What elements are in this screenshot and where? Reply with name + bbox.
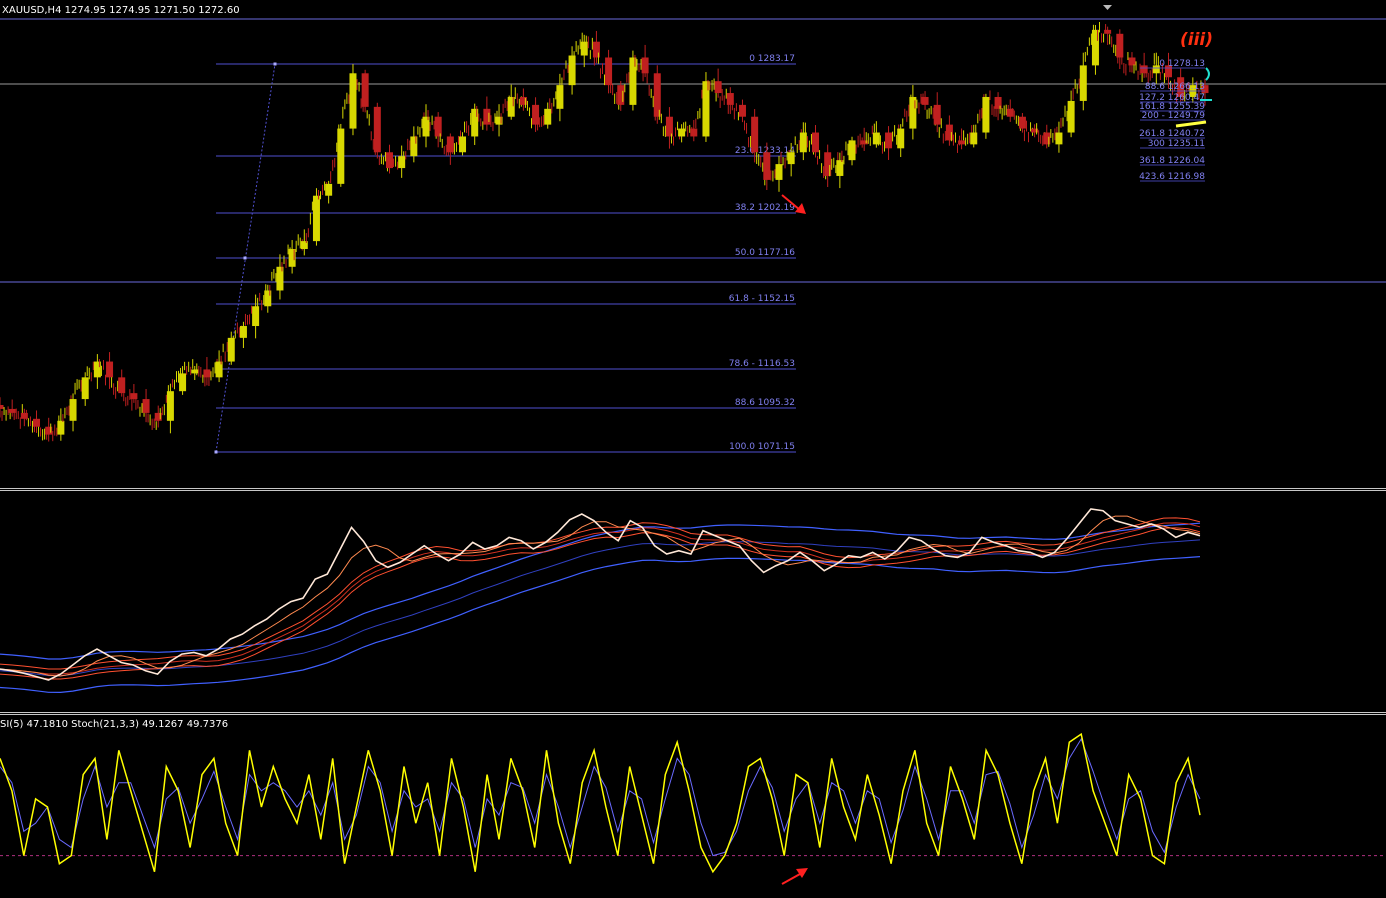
price-candle: [325, 183, 333, 196]
price-candles: [0, 21, 1209, 442]
price-candle: [459, 136, 467, 153]
wave-label: (iii): [1180, 30, 1213, 50]
price-candle: [312, 195, 320, 242]
yellow-marker: [1175, 120, 1207, 128]
fib-level-label: 100.0 1071.15: [729, 442, 795, 452]
price-candle: [799, 132, 807, 153]
arrow-annotation: [781, 873, 801, 885]
price-candle: [179, 373, 187, 392]
price-candle: [33, 418, 41, 427]
price-candle: [556, 85, 564, 109]
chart-shift-marker: [1103, 5, 1112, 10]
fib-level-label: 50.0 1177.16: [735, 248, 795, 258]
price-candle: [239, 326, 247, 338]
price-candle: [118, 377, 126, 394]
oscillator-panel: [0, 732, 1386, 885]
price-candle: [81, 377, 89, 400]
oscillator-header: SI(5) 47.1810 Stoch(21,3,3) 49.1267 49.7…: [0, 719, 229, 730]
fib-extension-label: 423.6 1216.98: [1139, 172, 1205, 182]
fib-extension-label: 200 - 1249.79: [1142, 111, 1206, 121]
cyan-marker: [1205, 67, 1210, 81]
price-candle: [751, 116, 759, 153]
price-candle: [361, 73, 369, 107]
price-candle: [1079, 65, 1087, 101]
price-candle: [1067, 100, 1075, 133]
fib-anchor-point: [214, 450, 218, 454]
price-candle: [373, 106, 381, 153]
price-candle: [203, 369, 211, 378]
price-candle: [775, 164, 783, 180]
panel-separator[interactable]: [0, 712, 1386, 713]
fib-extension-label: 0 1278.13: [1159, 59, 1205, 69]
price-candle: [714, 81, 722, 94]
panel-separator[interactable]: [0, 488, 1386, 489]
fib-extension-label: 261.8 1240.72: [1139, 129, 1205, 139]
price-candle: [605, 57, 613, 86]
panel-separator[interactable]: [0, 714, 1386, 715]
fib-extension-label: 361.8 1226.04: [1139, 156, 1205, 166]
lower-band: [0, 556, 1201, 694]
price-candle: [738, 104, 746, 117]
price-candle: [337, 128, 345, 184]
price-candle: [1104, 29, 1112, 34]
price-candle: [1055, 132, 1063, 145]
fib-extension-label: 88.6 1266.13: [1145, 82, 1205, 92]
price-candle: [1018, 116, 1026, 129]
price-candle: [665, 116, 673, 137]
price-candle: [142, 399, 150, 413]
price-candle: [897, 128, 905, 149]
price-candle: [130, 393, 138, 400]
price-candle: [1128, 57, 1136, 66]
price-candle: [690, 128, 698, 137]
price-candle: [106, 361, 114, 378]
fib-anchor-point: [273, 62, 277, 66]
moving-average: [0, 515, 1201, 677]
indicator-panel: [0, 508, 1201, 694]
price-candle: [812, 132, 820, 153]
chart-canvas[interactable]: 0 1283.1723.6 1233.1438.2 1202.1950.0 11…: [0, 0, 1386, 898]
price-candle: [166, 391, 174, 421]
fib-level-label: 61.8 - 1152.15: [729, 294, 795, 304]
price-candle: [921, 96, 929, 105]
arrow-annotation: [796, 868, 808, 878]
stochastic-main-line: [0, 732, 1201, 874]
envelope-line: [0, 517, 1201, 670]
fib-level-label: 88.6 1095.32: [735, 398, 795, 408]
price-candle: [933, 104, 941, 125]
fib-anchor-point: [243, 256, 247, 260]
price-candle: [958, 140, 966, 145]
fib-extension-label: 300 1235.11: [1148, 139, 1205, 149]
fib-level-label: 0 1283.17: [749, 54, 795, 64]
price-candle: [641, 57, 649, 74]
fib-level-label: 38.2 1202.19: [735, 203, 795, 213]
price-candle: [836, 160, 844, 176]
fib-level-label: 78.6 - 1116.53: [729, 359, 795, 369]
fib-extension: 0 1278.1388.6 1266.13127.2 1260.47161.8 …: [1139, 59, 1205, 182]
symbol-header: XAUUSD,H4 1274.95 1274.95 1271.50 1272.6…: [2, 5, 240, 16]
chart-window[interactable]: 0 1283.17 23.6 1233.14 38.2 1202.19 50.0 11…: [0, 0, 1386, 898]
price-candle: [0, 404, 4, 409]
price-candle: [69, 399, 77, 421]
price-candle: [57, 420, 65, 435]
price-candle: [1116, 33, 1124, 58]
price-candle: [544, 108, 552, 125]
panel-separator[interactable]: [0, 490, 1386, 491]
price-candle: [252, 306, 260, 327]
price-panel: 0 1283.1723.6 1233.1438.2 1202.1950.0 11…: [0, 5, 1386, 454]
